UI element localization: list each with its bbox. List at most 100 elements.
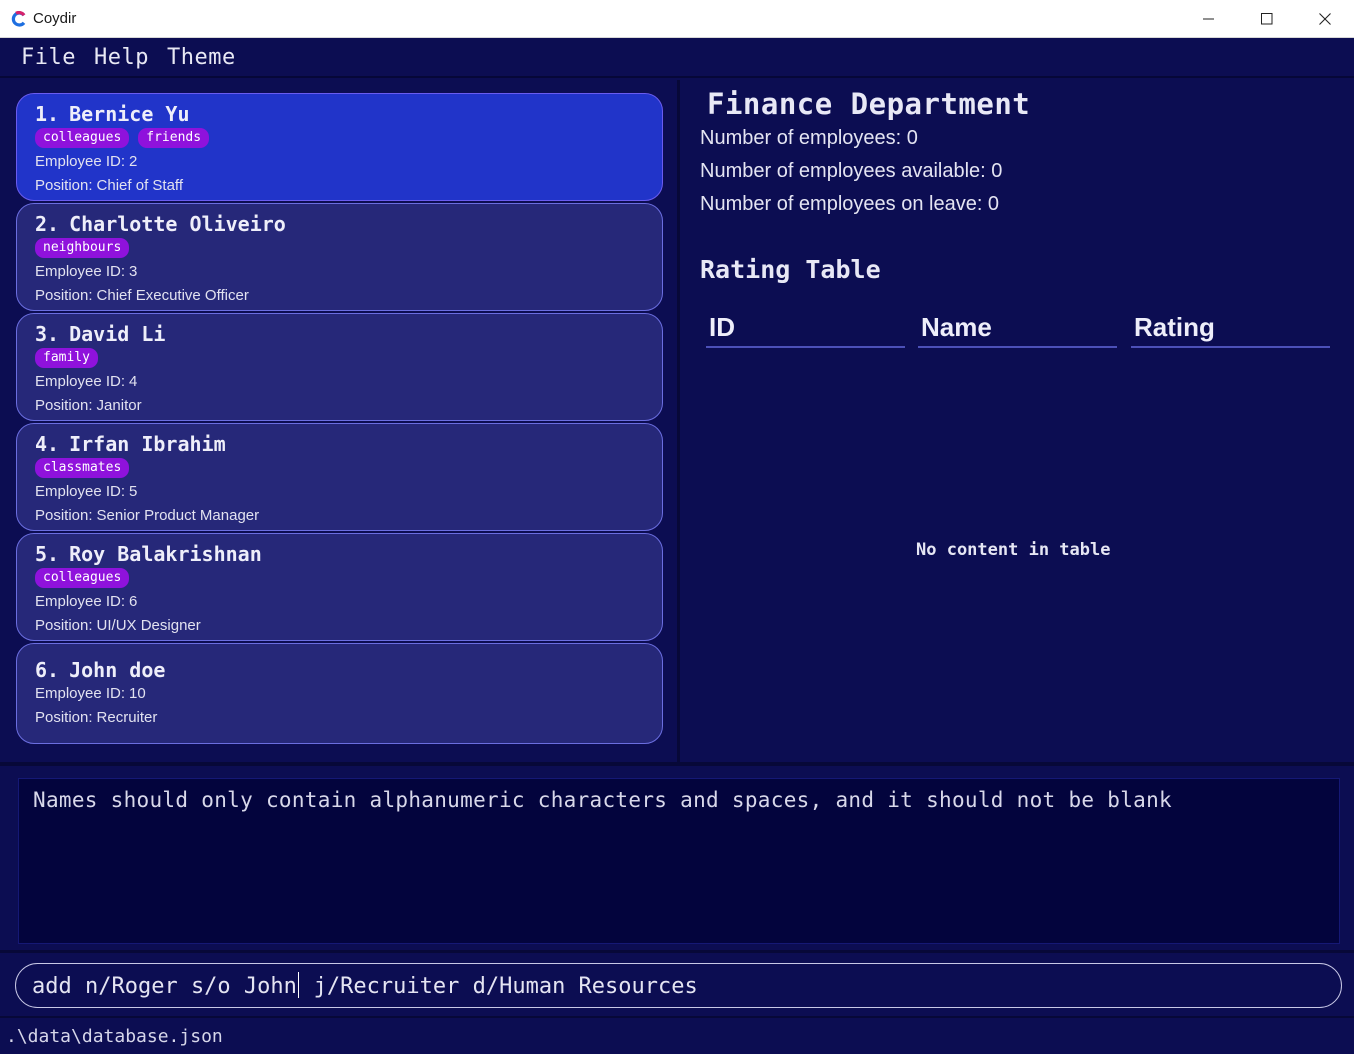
employee-id-value: 5 xyxy=(129,483,138,500)
employee-card[interactable]: 5. Roy Balakrishnan colleagues Employee I… xyxy=(16,533,663,641)
position-label: Position: xyxy=(35,177,93,194)
employee-id-label: Employee ID: xyxy=(35,263,126,280)
employee-id-label: Employee ID: xyxy=(35,593,126,610)
command-panel: add n/Roger s/o John j/Recruiter d/Human… xyxy=(0,950,1354,1016)
close-icon xyxy=(1319,13,1331,25)
position-value: Chief of Staff xyxy=(96,177,183,194)
tag-list: colleagues xyxy=(35,566,644,590)
column-header-name[interactable]: Name xyxy=(918,308,1117,348)
result-panel: Names should only contain alphanumeric c… xyxy=(0,762,1354,950)
position-field: Position: UI/UX Designer xyxy=(35,614,644,638)
employee-card[interactable]: 2. Charlotte Oliveiro neighbours Employee… xyxy=(16,203,663,311)
employee-id-label: Employee ID: xyxy=(35,373,126,390)
employee-card[interactable]: 3. David Li family Employee ID: 4 Position… xyxy=(16,313,663,421)
available-count: Number of employees available: 0 xyxy=(700,160,1003,182)
employee-name-line: 2. Charlotte Oliveiro xyxy=(35,212,644,236)
minimize-button[interactable] xyxy=(1180,0,1238,38)
position-field: Position: Recruiter xyxy=(35,706,644,730)
menu-bar: File Help Theme xyxy=(0,38,1354,78)
maximize-button[interactable] xyxy=(1238,0,1296,38)
position-value: Senior Product Manager xyxy=(96,507,260,524)
employee-card[interactable]: 6. John doe Employee ID: 10 Position: Recru… xyxy=(16,643,663,744)
position-value: UI/UX Designer xyxy=(96,617,201,634)
close-button[interactable] xyxy=(1296,0,1354,38)
employee-name-line: 6. John doe xyxy=(35,658,644,682)
minimize-icon xyxy=(1203,18,1214,20)
position-value: Recruiter xyxy=(96,709,158,726)
save-location: .\data\database.json xyxy=(6,1026,223,1047)
rating-table-title: Rating Table xyxy=(700,255,881,284)
table-empty-message: No content in table xyxy=(916,540,1111,560)
employee-index: 4. xyxy=(35,432,60,456)
employee-index: 6. xyxy=(35,658,60,682)
menu-help[interactable]: Help xyxy=(85,45,158,70)
employee-index: 5. xyxy=(35,542,60,566)
window-title: Coydir xyxy=(33,10,77,27)
status-bar: .\data\database.json xyxy=(0,1016,1354,1054)
tag: colleagues xyxy=(35,128,130,148)
employee-name-line: 1. Bernice Yu xyxy=(35,102,644,126)
employee-id-label: Employee ID: xyxy=(35,685,126,702)
employee-list[interactable]: 1. Bernice Yu colleagues friends Employee… xyxy=(2,80,676,762)
employee-id-label: Employee ID: xyxy=(35,483,126,500)
menu-file[interactable]: File xyxy=(12,45,85,70)
employee-name: Bernice Yu xyxy=(69,102,190,126)
department-title: Finance Department xyxy=(707,87,1031,121)
tag: friends xyxy=(138,128,210,148)
employee-id-field: Employee ID: 6 xyxy=(35,590,644,614)
position-label: Position: xyxy=(35,397,93,414)
employee-id-value: 3 xyxy=(129,263,138,280)
employee-index: 2. xyxy=(35,212,60,236)
maximize-icon xyxy=(1261,13,1273,25)
position-label: Position: xyxy=(35,507,93,524)
window-controls xyxy=(1180,0,1354,38)
tag-list: colleagues friends xyxy=(35,126,644,150)
tag: colleagues xyxy=(35,568,130,588)
position-label: Position: xyxy=(35,287,93,304)
tag: family xyxy=(35,348,98,368)
tag-list: classmates xyxy=(35,456,644,480)
result-display[interactable]: Names should only contain alphanumeric c… xyxy=(16,776,1342,946)
position-field: Position: Chief of Staff xyxy=(35,174,644,198)
employee-count: Number of employees: 0 xyxy=(700,127,918,149)
position-value: Janitor xyxy=(96,397,142,414)
position-field: Position: Chief Executive Officer xyxy=(35,284,644,308)
employee-name: David Li xyxy=(69,322,166,346)
employee-name-line: 4. Irfan Ibrahim xyxy=(35,432,644,456)
employee-card[interactable]: 4. Irfan Ibrahim classmates Employee ID: 5… xyxy=(16,423,663,531)
employee-index: 1. xyxy=(35,102,60,126)
tag: classmates xyxy=(35,458,130,478)
employee-name: John doe xyxy=(69,658,166,682)
command-text-before-caret: add n/Roger s/o John xyxy=(32,974,297,999)
employee-card[interactable]: 1. Bernice Yu colleagues friends Employee… xyxy=(16,93,663,201)
employee-id-label: Employee ID: xyxy=(35,153,126,170)
tag-list: family xyxy=(35,346,644,370)
employee-id-value: 4 xyxy=(129,373,138,390)
employee-id-field: Employee ID: 2 xyxy=(35,150,644,174)
command-text: add n/Roger s/o John j/Recruiter d/Human… xyxy=(32,972,698,999)
position-label: Position: xyxy=(35,617,93,634)
column-header-id[interactable]: ID xyxy=(706,308,905,348)
employee-name: Irfan Ibrahim xyxy=(69,432,226,456)
position-label: Position: xyxy=(35,709,93,726)
title-bar: Coydir xyxy=(0,0,1354,38)
employee-id-field: Employee ID: 5 xyxy=(35,480,644,504)
command-text-after-caret: j/Recruiter d/Human Resources xyxy=(300,974,698,999)
tag: neighbours xyxy=(35,238,130,258)
employee-name: Roy Balakrishnan xyxy=(69,542,262,566)
menu-theme[interactable]: Theme xyxy=(158,45,245,70)
employee-id-value: 2 xyxy=(129,153,138,170)
employee-id-field: Employee ID: 10 xyxy=(35,682,644,706)
employee-id-field: Employee ID: 3 xyxy=(35,260,644,284)
employee-id-value: 6 xyxy=(129,593,138,610)
employee-id-field: Employee ID: 4 xyxy=(35,370,644,394)
coydir-logo-icon xyxy=(11,10,27,27)
employee-index: 3. xyxy=(35,322,60,346)
employee-name-line: 5. Roy Balakrishnan xyxy=(35,542,644,566)
employee-name-line: 3. David Li xyxy=(35,322,644,346)
employee-id-value: 10 xyxy=(129,685,146,702)
command-input[interactable]: add n/Roger s/o John j/Recruiter d/Human… xyxy=(15,963,1342,1008)
tag-list: neighbours xyxy=(35,236,644,260)
on-leave-count: Number of employees on leave: 0 xyxy=(700,193,1000,215)
column-header-rating[interactable]: Rating xyxy=(1131,308,1330,348)
